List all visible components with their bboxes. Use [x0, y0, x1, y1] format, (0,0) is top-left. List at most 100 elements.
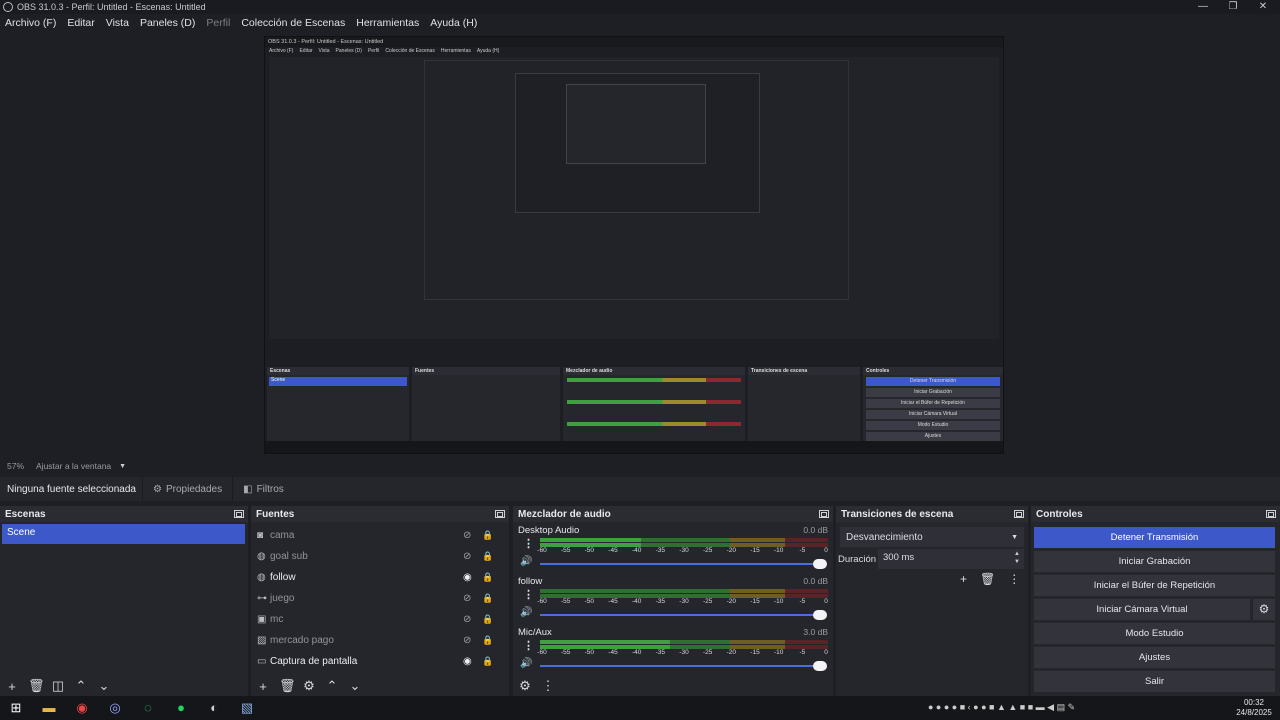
source-item[interactable]: ▨ mercado pago ⊘ 🔒: [253, 630, 499, 650]
menu-coleccion-escenas[interactable]: Colección de Escenas: [241, 17, 345, 29]
properties-button[interactable]: ⚙ Propiedades: [142, 477, 232, 501]
move-up-icon[interactable]: ⌃: [74, 678, 88, 694]
menu-paneles[interactable]: Paneles (D): [140, 17, 195, 29]
windows-start-icon[interactable]: ⊞: [7, 699, 25, 717]
undock-icon[interactable]: [495, 510, 505, 518]
add-scene-icon[interactable]: +: [5, 679, 19, 694]
duration-input[interactable]: 300 ms ▲ ▼: [878, 549, 1024, 569]
volume-slider-handle[interactable]: [813, 559, 827, 569]
eye-icon[interactable]: ◉: [463, 572, 472, 583]
hidden-eye-icon[interactable]: ⊘: [463, 614, 471, 625]
meter-tick-label: -25: [702, 598, 713, 605]
menu-archivo[interactable]: Archivo (F): [5, 17, 56, 29]
menu-ayuda[interactable]: Ayuda (H): [430, 17, 477, 29]
lock-icon[interactable]: 🔒: [482, 551, 493, 562]
audio-settings-icon[interactable]: ⚙: [518, 678, 532, 694]
meter-zone: [730, 538, 785, 542]
obs-taskbar-icon[interactable]: ◎: [106, 699, 124, 717]
lock-icon[interactable]: 🔒: [482, 635, 493, 646]
start-replay-buffer-button[interactable]: Iniciar el Búfer de Repetición: [1034, 575, 1275, 596]
volume-slider[interactable]: [540, 614, 825, 616]
hidden-eye-icon[interactable]: ⊘: [463, 635, 471, 646]
menu-vista[interactable]: Vista: [106, 17, 129, 29]
eye-icon[interactable]: ◉: [463, 656, 472, 667]
clock-time: 00:32: [1243, 698, 1265, 707]
transition-toolbar: + 🗑 ⋮: [960, 572, 1020, 586]
channel-menu-icon[interactable]: ⋮: [523, 639, 534, 652]
whatsapp-icon[interactable]: ◌: [139, 699, 157, 717]
zoom-mode-select[interactable]: Ajustar a la ventana: [36, 461, 111, 471]
move-down-icon[interactable]: ⌄: [348, 678, 362, 694]
menu-perfil[interactable]: Perfil: [206, 17, 230, 29]
transition-select[interactable]: Desvanecimiento ▼: [840, 527, 1024, 547]
channel-menu-icon[interactable]: ⋮: [523, 537, 534, 550]
lock-icon[interactable]: 🔒: [482, 572, 493, 583]
scene-item[interactable]: Scene: [2, 524, 245, 544]
filters-button[interactable]: ◧ Filtros: [232, 477, 294, 501]
volume-slider[interactable]: [540, 665, 825, 667]
speaker-icon[interactable]: 🔊: [520, 658, 532, 669]
scene-filters-icon[interactable]: ◫: [51, 678, 65, 694]
undock-icon[interactable]: [234, 510, 244, 518]
speaker-icon[interactable]: 🔊: [520, 556, 532, 567]
tray-icons[interactable]: ● ● ● ● ■ ‹ ● ● ■ ▲ ▲ ■ ■ ▬ ◀ ▤ ✎: [928, 702, 1075, 713]
add-source-icon[interactable]: +: [256, 679, 270, 694]
source-item[interactable]: ◙ cama ⊘ 🔒: [253, 525, 499, 545]
lock-icon[interactable]: 🔒: [482, 656, 493, 667]
add-transition-icon[interactable]: +: [960, 572, 967, 586]
spotify-icon[interactable]: ●: [172, 699, 190, 717]
chrome-icon[interactable]: ◉: [73, 699, 91, 717]
notepad-icon[interactable]: ▧: [238, 699, 256, 717]
lock-icon[interactable]: 🔒: [482, 530, 493, 541]
remove-source-icon[interactable]: 🗑: [279, 678, 296, 694]
lock-icon[interactable]: 🔒: [482, 614, 493, 625]
studio-mode-button[interactable]: Modo Estudio: [1034, 623, 1275, 644]
virtual-camera-settings-icon[interactable]: ⚙: [1253, 599, 1275, 620]
file-explorer-icon[interactable]: ▬: [40, 699, 58, 717]
zoom-dropdown-icon[interactable]: ▼: [119, 463, 126, 470]
hidden-eye-icon[interactable]: ⊘: [463, 593, 471, 604]
source-item[interactable]: ▭ Captura de pantalla ◉ 🔒: [253, 651, 499, 671]
volume-slider-handle[interactable]: [813, 610, 827, 620]
volume-slider-handle[interactable]: [813, 661, 827, 671]
undock-icon[interactable]: [819, 510, 829, 518]
transition-menu-icon[interactable]: ⋮: [1008, 572, 1020, 586]
remove-scene-icon[interactable]: 🗑: [28, 678, 45, 694]
hidden-eye-icon[interactable]: ⊘: [463, 551, 471, 562]
source-item[interactable]: ⊶ juego ⊘ 🔒: [253, 588, 499, 608]
maximize-button[interactable]: ❐: [1218, 0, 1248, 14]
lock-icon[interactable]: 🔒: [482, 593, 493, 604]
volume-slider[interactable]: [540, 563, 825, 565]
hidden-eye-icon[interactable]: ⊘: [463, 530, 471, 541]
speaker-icon[interactable]: 🔊: [520, 607, 532, 618]
start-recording-button[interactable]: Iniciar Grabación: [1034, 551, 1275, 572]
exit-button[interactable]: Salir: [1034, 671, 1275, 692]
source-item[interactable]: ▣ mc ⊘ 🔒: [253, 609, 499, 629]
settings-button[interactable]: Ajustes: [1034, 647, 1275, 668]
menu-editar[interactable]: Editar: [67, 17, 94, 29]
spinner-icon[interactable]: ▲ ▼: [1014, 550, 1020, 566]
source-properties-icon[interactable]: ⚙: [302, 678, 316, 694]
start-virtual-camera-button[interactable]: Iniciar Cámara Virtual: [1034, 599, 1250, 620]
source-item[interactable]: ◍ goal sub ⊘ 🔒: [253, 546, 499, 566]
meter-zone: [540, 589, 731, 593]
close-button[interactable]: ✕: [1248, 0, 1278, 14]
preview-canvas[interactable]: OBS 31.0.3 - Perfil: Untitled - Escenas:…: [264, 36, 1004, 454]
undock-icon[interactable]: [1266, 510, 1276, 518]
meter-tick-label: -40: [631, 598, 642, 605]
nested-menu-item: Vista: [318, 48, 330, 54]
minimize-button[interactable]: —: [1188, 0, 1218, 14]
properties-bar: Ninguna fuente seleccionada ⚙ Propiedade…: [0, 477, 1280, 501]
stop-streaming-button[interactable]: Detener Transmisión: [1034, 527, 1275, 548]
move-up-icon[interactable]: ⌃: [325, 678, 339, 694]
mixer-menu-icon[interactable]: ⋮: [541, 678, 555, 694]
move-down-icon[interactable]: ⌄: [97, 678, 111, 694]
menu-herramientas[interactable]: Herramientas: [356, 17, 419, 29]
undock-icon[interactable]: [1014, 510, 1024, 518]
remove-transition-icon[interactable]: 🗑: [980, 572, 995, 586]
obs-icon[interactable]: ◐: [205, 699, 223, 717]
clock[interactable]: 00:32 24/8/2025: [1234, 698, 1274, 718]
channel-menu-icon[interactable]: ⋮: [523, 588, 534, 601]
transitions-title: Transiciones de escena: [841, 508, 954, 520]
source-item[interactable]: ◍ follow ◉ 🔒: [253, 567, 499, 587]
